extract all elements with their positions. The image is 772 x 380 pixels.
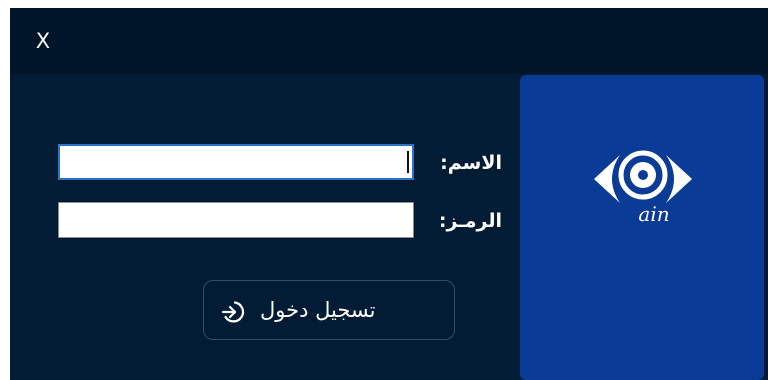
- close-icon: X: [35, 29, 51, 53]
- logo-text: ain: [638, 202, 669, 226]
- login-arrow-icon: [221, 301, 245, 323]
- password-input[interactable]: [58, 202, 414, 238]
- title-bar: X: [10, 8, 768, 74]
- text-caret: [407, 151, 409, 173]
- close-button[interactable]: X: [32, 28, 54, 54]
- login-window: X الاسم: الرمـز: تسجيل دخول ain: [10, 8, 768, 380]
- name-label: الاسم:: [440, 152, 502, 174]
- eye-logo-icon: ain: [594, 150, 692, 226]
- logo-panel: ain: [520, 75, 764, 380]
- login-button-label: تسجيل دخول: [260, 298, 376, 322]
- login-button[interactable]: تسجيل دخول: [203, 280, 455, 340]
- name-input[interactable]: [58, 144, 414, 180]
- password-label: الرمـز:: [438, 210, 502, 232]
